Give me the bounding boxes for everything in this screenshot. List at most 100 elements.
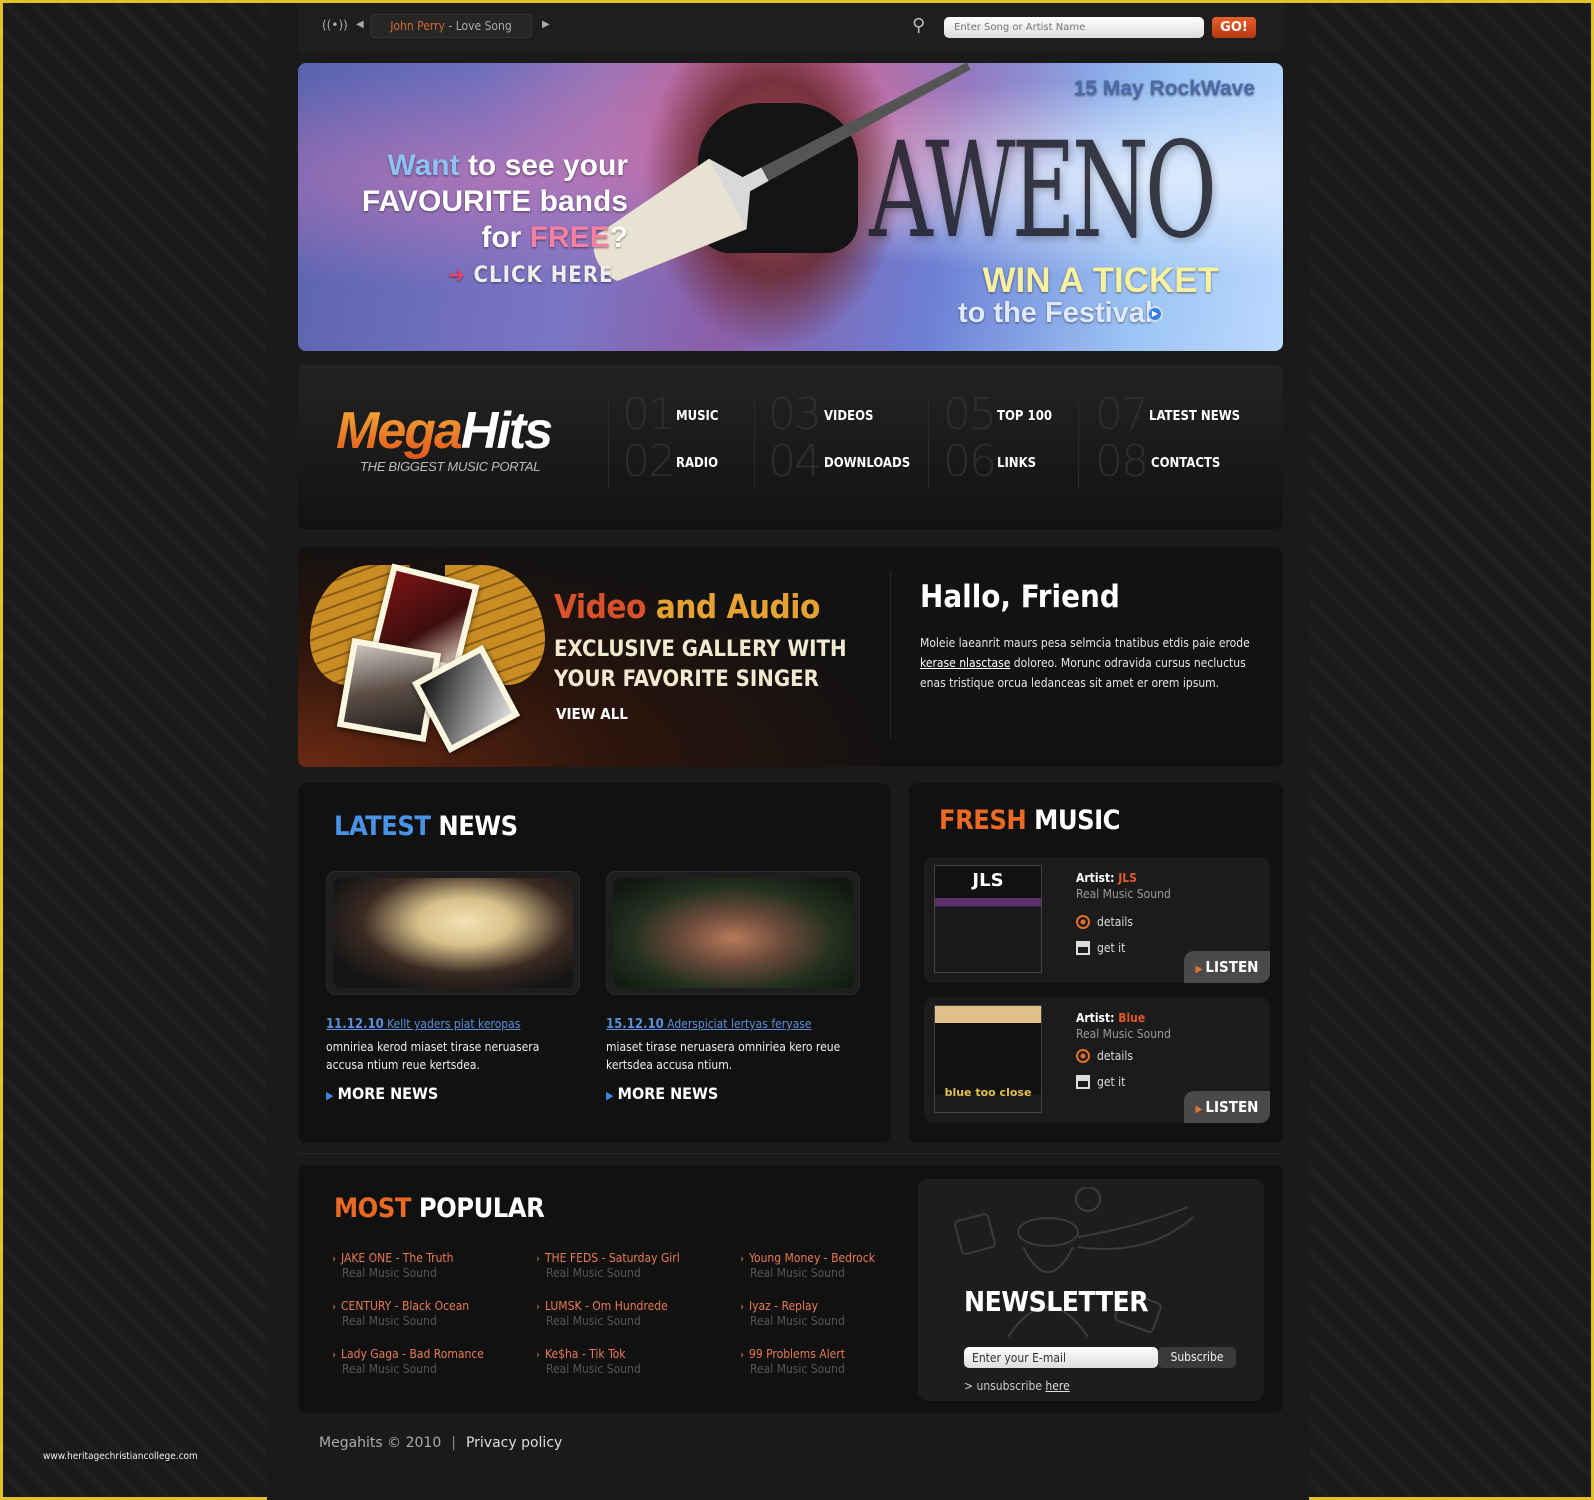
popular-title: Iyaz - Replay bbox=[740, 1299, 940, 1314]
popular-item[interactable]: 99 Problems AlertReal Music Sound bbox=[740, 1347, 940, 1376]
details-link[interactable]: details bbox=[1076, 915, 1133, 929]
title-accent: MOST bbox=[334, 1193, 411, 1224]
news-headline-link[interactable]: 15.12.10 Aderspiciat lertyas feryase bbox=[606, 1017, 860, 1032]
details-link[interactable]: details bbox=[1076, 1049, 1133, 1063]
now-playing-song: Love Song bbox=[455, 19, 512, 33]
artist-line: Artist: Blue bbox=[1076, 1011, 1145, 1025]
listen-button[interactable]: ▶ LISTEN bbox=[1184, 1091, 1270, 1123]
news-summary: miaset tirase neruasera omniriea kero re… bbox=[606, 1040, 841, 1072]
popular-item[interactable]: JAKE ONE - The TruthReal Music Sound bbox=[332, 1251, 532, 1280]
get-it-link[interactable]: get it bbox=[1076, 1075, 1125, 1089]
title-accent: LATEST bbox=[334, 811, 431, 842]
nav-number: 05 bbox=[943, 389, 997, 440]
promo-divider bbox=[890, 571, 891, 739]
search-input[interactable] bbox=[944, 17, 1204, 38]
festival-link[interactable]: to the Festival bbox=[958, 297, 1153, 330]
unsubscribe-prefix: > unsubscribe bbox=[964, 1379, 1046, 1393]
click-here-label: CLICK HERE bbox=[473, 263, 614, 288]
welcome-text: Moleie laeanrit maurs pesa selmcia tnati… bbox=[920, 633, 1250, 693]
nav-label: RADIO bbox=[676, 456, 719, 471]
nav-number: 08 bbox=[1095, 436, 1149, 487]
latest-news-panel: LATEST NEWS 11.12.10 Kellt yaders piat k… bbox=[298, 783, 890, 1143]
nav-number: 01 bbox=[622, 389, 676, 440]
event-date: 15 May RockWave bbox=[1073, 77, 1255, 100]
popular-item[interactable]: Lady Gaga - Bad RomanceReal Music Sound bbox=[332, 1347, 532, 1376]
more-news-link[interactable]: ▶ MORE NEWS bbox=[606, 1084, 860, 1103]
title-rest: NEWS bbox=[430, 811, 518, 842]
track-subtitle: Real Music Sound bbox=[1076, 1027, 1171, 1041]
nav-number: 02 bbox=[622, 436, 676, 487]
footer-copyright: Megahits © 2010 bbox=[319, 1435, 442, 1451]
popular-item[interactable]: LUMSK - Om HundredeReal Music Sound bbox=[536, 1299, 736, 1328]
popular-item[interactable]: THE FEDS - Saturday GirlReal Music Sound bbox=[536, 1251, 736, 1280]
band-name: AWENO bbox=[869, 113, 1217, 268]
main-navigation: MegaHits THE BIGGEST MUSIC PORTAL 01 MUSI… bbox=[298, 365, 1283, 529]
floppy-disk-icon bbox=[1076, 1075, 1090, 1089]
popular-item[interactable]: CENTURY - Black OceanReal Music Sound bbox=[332, 1299, 532, 1328]
nav-label: TOP 100 bbox=[997, 409, 1052, 424]
listen-label: LISTEN bbox=[1205, 1098, 1259, 1116]
newsletter-box: NEWSLETTER Subscribe > unsubscribe here bbox=[918, 1179, 1264, 1401]
artist-name[interactable]: JLS bbox=[1118, 871, 1137, 885]
unsubscribe-link[interactable]: here bbox=[1045, 1379, 1069, 1393]
banner-word-want: Want bbox=[387, 149, 460, 182]
click-here-link[interactable]: ➔ CLICK HERE bbox=[448, 263, 614, 288]
popular-item[interactable]: Ke$ha - Tik TokReal Music Sound bbox=[536, 1347, 736, 1376]
fresh-music-panel: FRESH MUSIC JLS Artist: JLS Real Music S… bbox=[909, 783, 1283, 1143]
album-cover[interactable]: JLS bbox=[934, 865, 1042, 973]
promo-subtitle-line2: YOUR FAVORITE SINGER bbox=[554, 667, 819, 692]
next-track-icon[interactable]: ▶ bbox=[542, 19, 550, 30]
fresh-music-title: FRESH MUSIC bbox=[939, 805, 1120, 836]
subscribe-button[interactable]: Subscribe bbox=[1158, 1347, 1236, 1368]
top-bar: ((•)) ◀ John Perry - Love Song ▶ ⚲ GO! bbox=[298, 3, 1283, 53]
logo-mega: Mega bbox=[336, 402, 463, 460]
search-go-button[interactable]: GO! bbox=[1212, 17, 1256, 38]
banner-line3-pre: for bbox=[481, 221, 530, 254]
more-news-label: MORE NEWS bbox=[617, 1084, 719, 1103]
popular-item[interactable]: Iyaz - ReplayReal Music Sound bbox=[740, 1299, 940, 1328]
get-it-link[interactable]: get it bbox=[1076, 941, 1125, 955]
get-it-label: get it bbox=[1097, 1075, 1126, 1089]
news-summary: omniriea kerod miaset tirase neruasera a… bbox=[326, 1040, 540, 1072]
floppy-disk-icon bbox=[1076, 941, 1090, 955]
popular-title: THE FEDS - Saturday Girl bbox=[536, 1251, 736, 1266]
welcome-link[interactable]: kerase nlasctase bbox=[920, 656, 1010, 670]
view-all-link[interactable]: VIEW ALL bbox=[556, 705, 628, 723]
news-image[interactable] bbox=[606, 871, 860, 995]
popular-title: Lady Gaga - Bad Romance bbox=[332, 1347, 532, 1362]
news-date: 11.12.10 bbox=[326, 1017, 384, 1032]
play-circle-icon[interactable]: ▶ bbox=[1147, 306, 1163, 322]
album-cover-text: blue too close bbox=[944, 1086, 1032, 1099]
news-image[interactable] bbox=[326, 871, 580, 995]
privacy-policy-link[interactable]: Privacy policy bbox=[466, 1435, 562, 1451]
newsletter-email-input[interactable] bbox=[964, 1347, 1158, 1368]
news-card: 15.12.10 Aderspiciat lertyas feryase mia… bbox=[606, 871, 860, 1103]
news-headline: Kellt yaders piat keropas bbox=[387, 1017, 521, 1031]
banner-line3-post: ? bbox=[609, 221, 628, 254]
news-headline-link[interactable]: 11.12.10 Kellt yaders piat keropas bbox=[326, 1017, 580, 1032]
nav-divider bbox=[754, 397, 755, 489]
broadcast-icon[interactable]: ((•)) bbox=[322, 18, 348, 32]
title-rest: POPULAR bbox=[410, 1193, 545, 1224]
welcome-title: Hallo, Friend bbox=[920, 579, 1120, 615]
popular-sub: Real Music Sound bbox=[750, 1362, 845, 1376]
latest-news-title: LATEST NEWS bbox=[334, 811, 518, 842]
album-cover[interactable]: blue too close bbox=[934, 1005, 1042, 1113]
logo[interactable]: MegaHits THE BIGGEST MUSIC PORTAL bbox=[336, 402, 553, 474]
prev-track-icon[interactable]: ◀ bbox=[356, 19, 364, 30]
popular-sub: Real Music Sound bbox=[750, 1266, 845, 1280]
nav-label: LINKS bbox=[997, 456, 1037, 471]
popular-title: Young Money - Bedrock bbox=[740, 1251, 940, 1266]
play-icon: ▶ bbox=[1195, 1104, 1203, 1115]
promo-subtitle: EXCLUSIVE GALLERY WITH YOUR FAVORITE SING… bbox=[554, 635, 847, 695]
listen-label: LISTEN bbox=[1205, 958, 1259, 976]
artist-name[interactable]: Blue bbox=[1118, 1011, 1145, 1025]
section-divider bbox=[298, 1153, 1283, 1154]
more-news-link[interactable]: ▶ MORE NEWS bbox=[326, 1084, 580, 1103]
most-popular-panel: MOST POPULAR JAKE ONE - The TruthReal Mu… bbox=[298, 1165, 1283, 1413]
banner-line2: FAVOURITE bands bbox=[361, 185, 628, 218]
popular-item[interactable]: Young Money - BedrockReal Music Sound bbox=[740, 1251, 940, 1280]
listen-button[interactable]: ▶ LISTEN bbox=[1184, 951, 1270, 983]
hero-banner[interactable]: Want to see your FAVOURITE bands for FRE… bbox=[298, 63, 1283, 351]
play-icon: ▶ bbox=[1195, 964, 1203, 975]
